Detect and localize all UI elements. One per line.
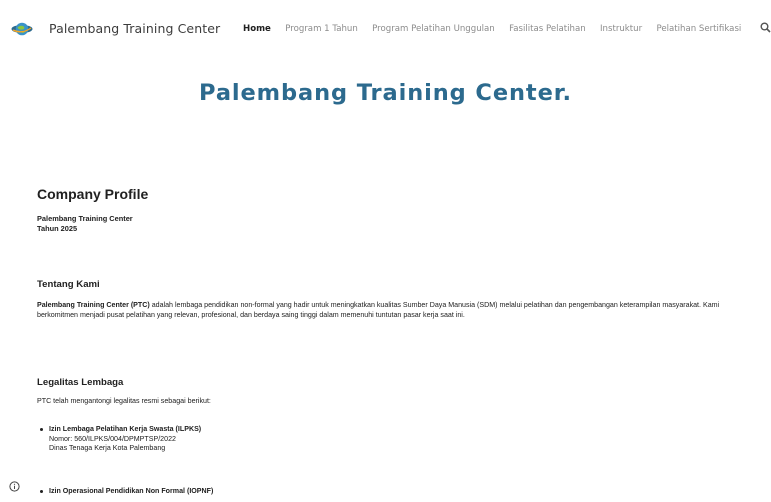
license-title: Izin Operasional Pendidikan Non Formal (… (49, 487, 214, 495)
legal-heading: Legalitas Lembaga (37, 377, 124, 388)
company-profile-heading: Company Profile (37, 186, 149, 202)
bullet (40, 490, 43, 493)
license-item: Izin Operasional Pendidikan Non Formal (… (40, 487, 440, 497)
globe-logo-icon[interactable] (11, 20, 33, 38)
hero-title: Palembang Training Center. (199, 80, 572, 106)
nav-program-pelatihan-unggulan[interactable]: Program Pelatihan Unggulan (372, 24, 495, 34)
license-title: Izin Lembaga Pelatihan Kerja Swasta (ILP… (49, 425, 202, 433)
company-profile-meta: Palembang Training Center Tahun 2025 (37, 214, 737, 234)
license-issuer: Dinas Tenaga Kerja Kota Palembang (49, 444, 166, 453)
nav-program-1-tahun[interactable]: Program 1 Tahun (285, 24, 358, 34)
site-header: Palembang Training Center Home Program 1… (0, 0, 771, 58)
license-number: Nomor: 560/ILPKS/004/DPMPTSP/2022 (49, 434, 176, 443)
site-title-link[interactable]: Palembang Training Center (49, 21, 220, 36)
bullet (40, 428, 43, 431)
about-lead: Palembang Training Center (PTC) (37, 301, 150, 309)
info-icon[interactable] (9, 481, 20, 492)
nav-instruktur[interactable]: Instruktur (600, 24, 642, 34)
legal-intro: PTC telah mengantongi legalitas resmi se… (37, 397, 211, 405)
company-name: Palembang Training Center (37, 214, 133, 223)
about-paragraph: Palembang Training Center (PTC) adalah l… (37, 300, 737, 320)
about-section: Tentang Kami Palembang Training Center (… (37, 279, 737, 320)
nav-pelatihan-sertifikasi[interactable]: Pelatihan Sertifikasi (656, 24, 741, 34)
nav-home[interactable]: Home (243, 24, 271, 34)
nav-fasilitas-pelatihan[interactable]: Fasilitas Pelatihan (509, 24, 586, 34)
about-heading: Tentang Kami (37, 279, 100, 290)
company-profile-section: Company Profile Palembang Training Cente… (37, 186, 737, 234)
company-year: Tahun 2025 (37, 224, 78, 233)
search-icon[interactable] (760, 21, 771, 35)
legal-section: Legalitas Lembaga PTC telah mengantongi … (37, 377, 737, 406)
license-item: Izin Lembaga Pelatihan Kerja Swasta (ILP… (40, 425, 440, 454)
main-nav: Home Program 1 Tahun Program Pelatihan U… (243, 24, 756, 34)
